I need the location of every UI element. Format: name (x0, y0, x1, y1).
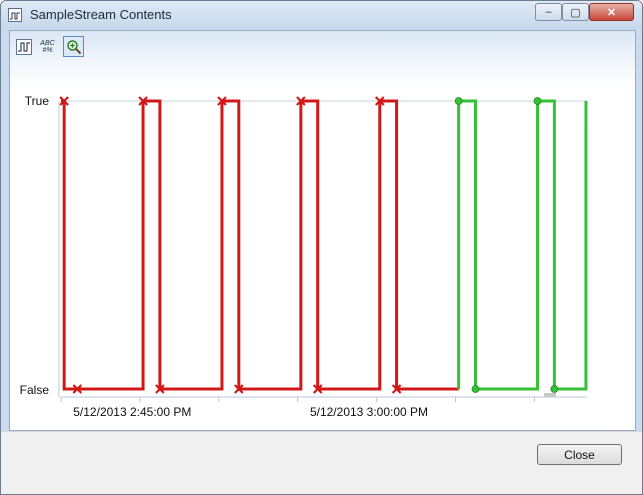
scroll-thumb (544, 393, 556, 397)
x-tick-label: 5/12/2013 2:45:00 PM (73, 405, 191, 419)
series-line-0 (61, 99, 459, 391)
y-label-true: True (25, 94, 50, 108)
chart-area[interactable]: True False 5/12/2013 2:45:00 PM 5/12/2013 3… (1, 1, 642, 431)
circle-marker (533, 97, 542, 105)
samplestream-window: SampleStream Contents – ▢ ✕ ABC #% True … (0, 0, 643, 495)
y-label-false: False (20, 383, 50, 397)
circle-marker (471, 385, 480, 393)
close-button[interactable]: Close (537, 444, 622, 465)
circle-marker (454, 97, 463, 105)
x-tick-label: 5/12/2013 3:00:00 PM (310, 405, 428, 419)
circle-marker (550, 385, 559, 393)
series-line-1 (457, 99, 588, 391)
